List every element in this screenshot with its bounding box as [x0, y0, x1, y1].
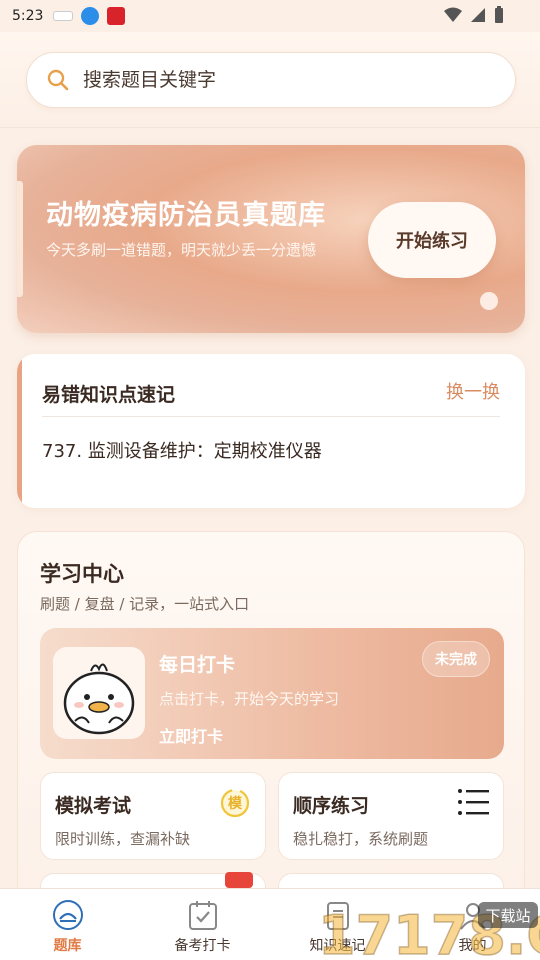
mock-exam-icon: 模	[219, 787, 251, 823]
list-icon	[457, 787, 489, 821]
mock-exam-desc: 限时训练，查漏补缺	[55, 830, 191, 848]
sequential-practice-desc: 稳扎稳打，系统刷题	[293, 830, 429, 848]
checkin-now-link[interactable]: 立即打卡	[159, 723, 223, 747]
mock-exam-icon-glyph: 模	[228, 795, 243, 812]
card-accent-bar	[17, 354, 22, 508]
notes-icon	[326, 902, 349, 930]
duck-mascot-icon	[53, 647, 145, 739]
tab-label: 题库	[53, 938, 82, 954]
question-bank-icon	[52, 900, 83, 930]
search-area	[0, 32, 540, 128]
hero-banner: 动物疫病防治员真题库 今天多刷一道错题，明天就少丢一分遗憾 开始练习	[17, 145, 525, 333]
checkin-icon	[188, 901, 217, 930]
mock-exam-title: 模拟考试	[55, 795, 132, 817]
tab-label: 知识速记	[309, 938, 366, 954]
mock-exam-tile[interactable]: 模拟考试 限时训练，查漏补缺 模	[40, 772, 266, 860]
search-icon	[47, 69, 69, 91]
download-notification-icon	[81, 7, 100, 25]
carousel-indicator	[480, 292, 498, 310]
battery-icon	[495, 6, 503, 23]
switch-button[interactable]: 换一换	[446, 378, 500, 404]
status-time: 5:23	[12, 8, 44, 24]
bottom-tab-bar: 题库 备考打卡 知识速记 我的	[0, 888, 540, 960]
tab-question-bank[interactable]: 题库	[0, 889, 135, 960]
tab-checkin[interactable]: 备考打卡	[135, 889, 270, 960]
hero-title: 动物疫病防治员真题库	[46, 200, 326, 231]
start-practice-button[interactable]: 开始练习	[368, 202, 496, 278]
divider	[42, 416, 500, 417]
error-prone-card: 易错知识点速记 换一换 737. 监测设备维护：定期校准仪器	[17, 354, 525, 508]
tab-profile[interactable]: 我的	[405, 889, 540, 960]
sequential-practice-title: 顺序练习	[293, 795, 370, 817]
error-card-title: 易错知识点速记	[42, 384, 176, 406]
app-notification-icon	[107, 7, 126, 25]
wifi-icon	[444, 7, 462, 22]
daily-checkin-card[interactable]: 每日打卡 点击打卡，开始今天的学习 立即打卡 未完成	[40, 628, 504, 759]
knowledge-item[interactable]: 737. 监测设备维护：定期校准仪器	[42, 437, 322, 463]
notification-icon	[53, 11, 74, 21]
signal-icon	[471, 8, 485, 22]
search-input[interactable]	[83, 69, 463, 91]
sequential-practice-tile[interactable]: 顺序练习 稳扎稳打，系统刷题	[278, 772, 504, 860]
profile-icon	[459, 903, 486, 930]
study-center-title: 学习中心	[40, 562, 124, 586]
carousel-edge	[17, 181, 23, 297]
status-bar: 5:23	[0, 0, 540, 32]
status-badge: 未完成	[422, 641, 490, 677]
tab-label: 备考打卡	[174, 938, 231, 954]
tab-notes[interactable]: 知识速记	[270, 889, 405, 960]
study-center-subtitle: 刷题 / 复盘 / 记录，一站式入口	[40, 595, 250, 613]
search-bar[interactable]	[26, 52, 516, 108]
tab-label: 我的	[458, 938, 487, 954]
red-badge-icon	[225, 872, 253, 888]
daily-checkin-desc: 点击打卡，开始今天的学习	[159, 690, 340, 708]
daily-checkin-title: 每日打卡	[159, 654, 236, 676]
hero-subtitle: 今天多刷一道错题，明天就少丢一分遗憾	[46, 241, 317, 259]
